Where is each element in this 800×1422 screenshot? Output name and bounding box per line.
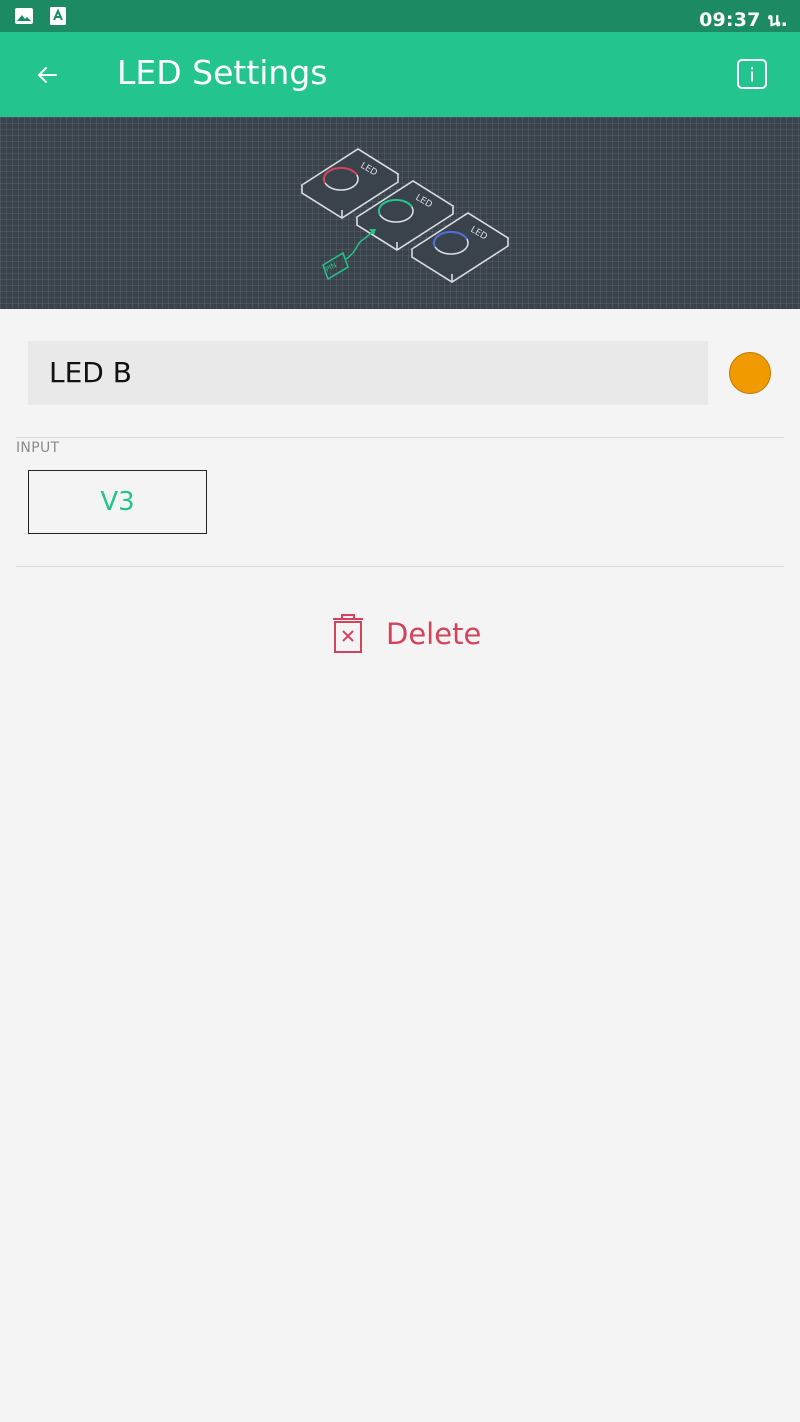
pin-connector: PIN	[322, 229, 376, 281]
divider	[16, 566, 784, 567]
trash-icon	[333, 614, 363, 653]
image-icon	[15, 8, 33, 24]
arrow-left-icon	[38, 67, 57, 83]
back-button[interactable]	[26, 54, 68, 96]
divider	[16, 437, 784, 438]
app-notification-icon	[50, 7, 66, 25]
delete-label: Delete	[386, 617, 482, 651]
page-title: LED Settings	[117, 53, 328, 92]
info-icon	[737, 59, 767, 89]
info-button[interactable]	[734, 56, 770, 92]
status-time: 09:37 น.	[699, 9, 788, 31]
status-bar: 09:37 น.	[0, 0, 800, 32]
pin-selector-button[interactable]: V3	[28, 470, 207, 534]
led-banner-illustration: LED LED LED PIN	[0, 117, 800, 309]
color-picker-swatch[interactable]	[729, 352, 771, 394]
input-section-label: INPUT	[16, 440, 60, 456]
led-name-input[interactable]	[28, 341, 708, 405]
delete-button[interactable]: Delete	[330, 612, 481, 656]
app-bar: LED Settings	[0, 32, 800, 117]
